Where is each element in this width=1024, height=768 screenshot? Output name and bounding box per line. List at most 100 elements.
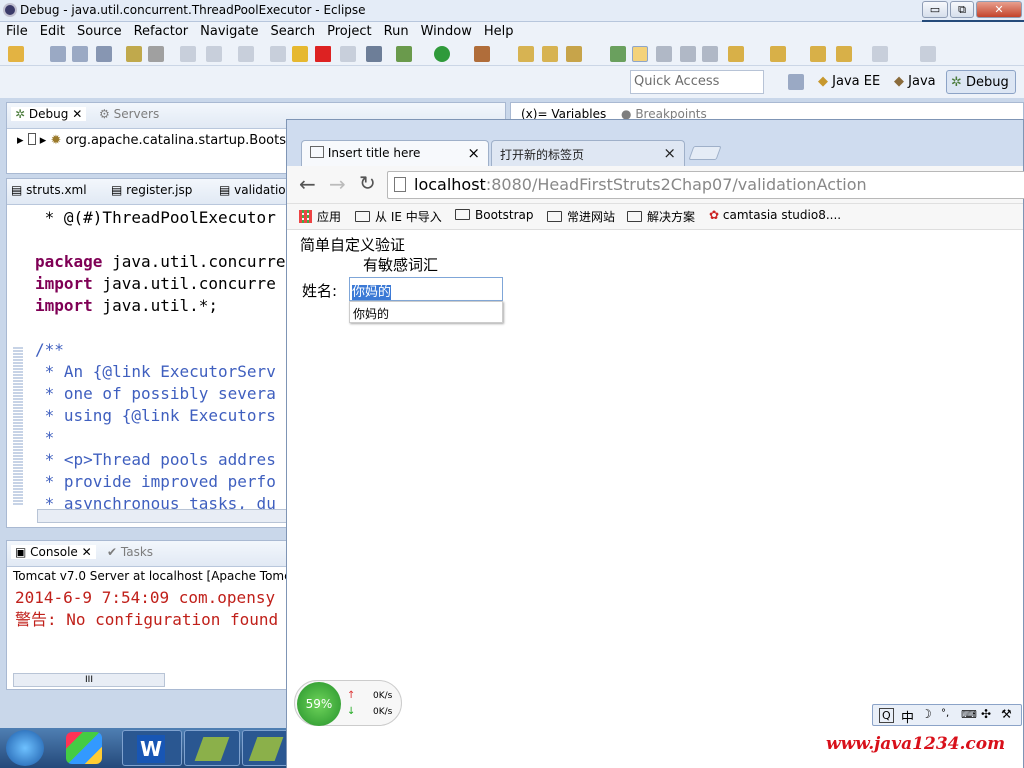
run-icon[interactable] [434, 46, 450, 62]
open-folder-icon[interactable] [542, 46, 558, 62]
tab-tasks[interactable]: ✔ Tasks [107, 545, 153, 559]
browser-tab-active[interactable]: Insert title here × [301, 140, 489, 166]
minimize-button[interactable]: ▭ [922, 1, 948, 18]
keyboard-icon[interactable]: ⌨ [961, 708, 977, 721]
terminate-icon[interactable] [315, 46, 331, 62]
pin-icon[interactable] [920, 46, 936, 62]
reload-icon[interactable]: ↻ [359, 171, 376, 195]
code-line: import java.util.*; [35, 296, 219, 315]
tab-struts-xml[interactable]: ▤ struts.xml [11, 183, 87, 197]
menu-refactor[interactable]: Refactor [128, 22, 195, 39]
bookmark-sites[interactable]: 常进网站 [547, 208, 615, 225]
ime-logo-icon[interactable]: Q [879, 708, 894, 723]
menu-file[interactable]: File [0, 22, 34, 39]
bookmark-solutions[interactable]: 解决方案 [627, 208, 695, 225]
new-tab-button[interactable] [688, 146, 722, 160]
browser-tab[interactable]: 打开新的标签页 × [491, 140, 685, 166]
menu-search[interactable]: Search [264, 22, 321, 39]
page-info-icon[interactable] [394, 177, 406, 192]
menu-window[interactable]: Window [415, 22, 478, 39]
code-line: * An {@link ExecutorServ [35, 362, 276, 381]
bookmark-bootstrap[interactable]: Bootstrap [455, 208, 533, 222]
forward-arrow-icon[interactable] [836, 46, 852, 62]
redo-icon[interactable] [206, 46, 222, 62]
open-perspective-icon[interactable] [788, 74, 804, 90]
save-all-icon[interactable] [72, 46, 88, 62]
toggle-icon[interactable] [656, 46, 672, 62]
show-whitespace-icon[interactable] [680, 46, 696, 62]
app-icon[interactable] [66, 732, 102, 764]
perspective-java[interactable]: ◆ Java [890, 70, 940, 94]
menu-navigate[interactable]: Navigate [194, 22, 264, 39]
close-button[interactable]: ✕ [976, 1, 1022, 18]
name-input[interactable]: 你妈的 [349, 277, 503, 301]
menu-help[interactable]: Help [478, 22, 520, 39]
paragraph-icon[interactable] [702, 46, 718, 62]
address-bar[interactable]: localhost:8080/HeadFirstStruts2Chap07/va… [387, 171, 1024, 199]
memory-gauge[interactable]: 59% [297, 682, 341, 726]
skip-breakpoints-icon[interactable] [366, 46, 382, 62]
tab-register-jsp[interactable]: ▤ register.jsp [111, 183, 192, 197]
next-edit-icon[interactable] [872, 46, 888, 62]
restore-button[interactable]: ⧉ [950, 1, 974, 18]
back-icon[interactable] [810, 46, 826, 62]
menu-run[interactable]: Run [378, 22, 415, 39]
quick-access-input[interactable]: Quick Access [630, 70, 764, 94]
undo-icon[interactable] [180, 46, 196, 62]
next-annotation-icon[interactable] [770, 46, 786, 62]
task-icon[interactable] [566, 46, 582, 62]
editor-horizontal-scrollbar[interactable] [37, 509, 303, 523]
close-tab-icon[interactable]: × [467, 144, 480, 162]
tab-console[interactable]: ▣ Console ✕ [11, 545, 96, 559]
tools-icon[interactable]: ✣ [981, 707, 991, 721]
suspend-icon[interactable] [292, 46, 308, 62]
step-into-icon[interactable] [270, 46, 286, 62]
debug-icon: ✲ [951, 75, 962, 90]
perspective-debug[interactable]: ✲ Debug [946, 70, 1016, 94]
console-horizontal-scrollbar[interactable]: III [13, 673, 165, 687]
external-tools-icon[interactable] [474, 46, 490, 62]
close-icon[interactable]: ✕ [82, 545, 92, 559]
folder-icon [355, 211, 370, 222]
forward-arrow-icon[interactable]: → [329, 172, 346, 196]
tab-debug[interactable]: ✲ Debug ✕ [11, 107, 87, 121]
camtasia-icon: ✿ [709, 208, 720, 222]
upload-icon: ↑ [347, 690, 356, 701]
open-type-icon[interactable] [518, 46, 534, 62]
bookmark-ie-import[interactable]: 从 IE 中导入 [355, 208, 442, 225]
bookmark-apps[interactable]: 应用 [299, 208, 341, 225]
save-icon[interactable] [50, 46, 66, 62]
refactor-icon[interactable] [126, 46, 142, 62]
menu-source[interactable]: Source [71, 22, 128, 39]
new-icon[interactable] [8, 46, 24, 62]
start-button[interactable] [6, 730, 44, 766]
taskbar-app[interactable] [242, 730, 290, 766]
close-tab-icon[interactable]: × [663, 144, 676, 162]
wrench-icon[interactable]: ⚒ [1001, 707, 1012, 721]
build-icon[interactable] [148, 46, 164, 62]
servers-icon: ⚙ [99, 107, 110, 121]
ime-mode[interactable]: 中 [901, 707, 914, 726]
highlight-icon[interactable] [632, 46, 648, 62]
close-icon[interactable]: ✕ [72, 107, 82, 121]
tab-servers[interactable]: ⚙ Servers [99, 107, 159, 121]
annotation-icon[interactable] [728, 46, 744, 62]
punctuation-icon[interactable]: °, [941, 708, 949, 719]
bookmark-camtasia[interactable]: ✿ camtasia studio8.... [709, 208, 841, 222]
print-icon[interactable] [96, 46, 112, 62]
code-area[interactable]: * @(#)ThreadPoolExecutor package java.ut… [35, 207, 285, 515]
moon-icon[interactable]: ☽ [921, 707, 932, 721]
tab-validation[interactable]: ▤ validatio [219, 183, 286, 197]
perspective-java-ee[interactable]: ◆ Java EE [814, 70, 884, 94]
search-icon[interactable] [610, 46, 626, 62]
taskbar-app[interactable] [184, 730, 240, 766]
menu-project[interactable]: Project [321, 22, 377, 39]
disconnect-icon[interactable] [340, 46, 356, 62]
autocomplete-suggestion[interactable]: 你妈的 [349, 301, 503, 323]
debug-icon[interactable] [396, 46, 412, 62]
step-icon[interactable] [238, 46, 254, 62]
menu-edit[interactable]: Edit [34, 22, 71, 39]
back-arrow-icon[interactable]: ← [299, 172, 316, 196]
debug-tree-item[interactable]: ▸ ▸ ✹ org.apache.catalina.startup.Bootst [17, 133, 291, 148]
taskbar-app[interactable]: W [122, 730, 182, 766]
